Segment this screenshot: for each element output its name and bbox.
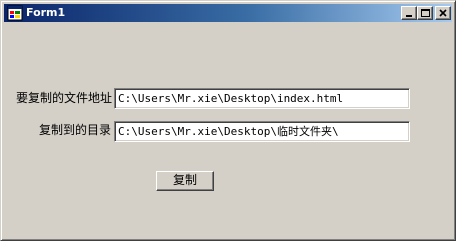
maximize-icon <box>421 9 430 17</box>
source-path-input[interactable]: C:\Users\Mr.xie\Desktop\index.html <box>114 88 410 109</box>
target-dir-label: 复制到的目录 <box>38 123 111 137</box>
minimize-icon <box>406 15 412 17</box>
form1-window: Form1 要复制的文件地址 C:\Users\Mr.xie\Desktop\i… <box>0 0 456 241</box>
source-path-label: 要复制的文件地址 <box>15 91 112 105</box>
target-dir-input[interactable]: C:\Users\Mr.xie\Desktop\临时文件夹\ <box>114 121 410 142</box>
minimize-button[interactable] <box>401 6 417 20</box>
title-bar[interactable]: Form1 <box>4 4 452 22</box>
close-button[interactable] <box>435 6 451 20</box>
window-title: Form1 <box>26 6 66 19</box>
app-icon[interactable] <box>7 5 23 21</box>
copy-button[interactable]: 复制 <box>156 171 214 191</box>
close-icon <box>439 9 447 17</box>
maximize-button[interactable] <box>417 6 433 20</box>
